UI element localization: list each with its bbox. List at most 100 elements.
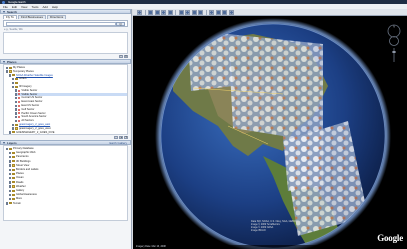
- layers-item-label: Primary Database: [12, 147, 34, 150]
- globe-image[interactable]: [133, 16, 407, 249]
- google-logo: Google: [377, 233, 403, 243]
- placemark-icon: [18, 116, 21, 119]
- sun-icon: [192, 10, 196, 14]
- up-arrow-icon[interactable]: ▲: [119, 136, 123, 139]
- visibility-checkbox[interactable]: [9, 74, 12, 77]
- search-hint: e.g., Seattle, WA: [4, 28, 23, 31]
- layers-item-row[interactable]: Gallery: [9, 189, 127, 193]
- overlay-button[interactable]: [167, 9, 173, 15]
- menu-tools[interactable]: Tools: [31, 5, 38, 9]
- visibility-checkbox[interactable]: [9, 189, 12, 192]
- layers-item-row[interactable]: Borders and Labels: [9, 168, 127, 172]
- toolbar-separator: [205, 9, 207, 15]
- visibility-checkbox[interactable]: [15, 104, 18, 107]
- tour-button[interactable]: [178, 9, 184, 15]
- visibility-checkbox[interactable]: [12, 123, 15, 126]
- earth-view[interactable]: N Data SIO, NOAA, U.S. Navy, NGA, GEBCO …: [133, 16, 407, 249]
- visibility-checkbox[interactable]: [9, 160, 12, 163]
- email-button[interactable]: [215, 9, 221, 15]
- menu-help[interactable]: Help: [52, 5, 58, 9]
- layers-item-row[interactable]: More: [9, 197, 127, 201]
- menu-edit[interactable]: Edit: [12, 5, 17, 9]
- search-box: Q: [3, 20, 128, 27]
- path-button[interactable]: [161, 9, 166, 15]
- print-button[interactable]: [222, 9, 227, 15]
- visibility-checkbox[interactable]: [15, 119, 18, 123]
- visibility-checkbox[interactable]: [9, 181, 12, 184]
- visibility-checkbox[interactable]: [15, 112, 18, 115]
- visibility-checkbox[interactable]: [15, 100, 18, 104]
- north-icon[interactable]: N: [393, 24, 395, 28]
- layers-item-row[interactable]: Global Awareness: [9, 193, 127, 197]
- menu-view[interactable]: View: [21, 5, 27, 9]
- planets-button[interactable]: [198, 9, 203, 15]
- places-item-row[interactable]: GOESIMAGERY_2_GOES_FIVE: [9, 131, 127, 134]
- layers-item-row[interactable]: Panoramio: [9, 155, 127, 159]
- menu-add[interactable]: Add: [42, 5, 47, 9]
- layers-item-row[interactable]: Ocean: [9, 176, 127, 180]
- zoom-slider-thumb[interactable]: [392, 51, 396, 53]
- visibility-checkbox[interactable]: [12, 81, 15, 85]
- visibility-checkbox[interactable]: [15, 115, 18, 119]
- search-input[interactable]: [6, 22, 116, 26]
- visibility-checkbox[interactable]: [6, 70, 9, 73]
- search-results: [3, 32, 128, 54]
- visibility-checkbox[interactable]: [12, 85, 15, 88]
- visibility-checkbox[interactable]: [9, 176, 12, 180]
- layers-item-label: 3D Buildings: [15, 159, 31, 163]
- layers-item-row[interactable]: Terrain: [6, 202, 127, 206]
- visibility-checkbox[interactable]: [9, 172, 12, 176]
- tab-directions[interactable]: Directions: [46, 15, 67, 19]
- search-panel-header[interactable]: Search: [0, 9, 131, 14]
- layers-item-label: Ocean: [15, 176, 24, 180]
- sun-button[interactable]: [191, 9, 197, 15]
- layers-item-row[interactable]: Roads: [9, 181, 127, 185]
- visibility-checkbox[interactable]: [12, 77, 15, 81]
- visibility-checkbox[interactable]: [9, 131, 12, 134]
- tab-fly-to[interactable]: Fly To: [3, 15, 17, 19]
- layers-item-row[interactable]: Places: [9, 172, 127, 176]
- credit-line: Image IBCAO: [251, 229, 266, 232]
- visibility-checkbox[interactable]: [9, 185, 12, 188]
- close-icon[interactable]: ×: [119, 55, 123, 58]
- visibility-checkbox[interactable]: [6, 66, 9, 69]
- layers-item-row[interactable]: 3D Buildings: [9, 160, 127, 164]
- menu-file[interactable]: File: [3, 5, 8, 9]
- visibility-checkbox[interactable]: [9, 193, 12, 197]
- layers-item-row[interactable]: Weather: [9, 185, 127, 189]
- search-icon[interactable]: ⌕: [114, 136, 118, 139]
- visibility-checkbox[interactable]: [15, 93, 18, 96]
- visibility-checkbox[interactable]: [9, 151, 12, 155]
- visibility-checkbox[interactable]: [9, 197, 12, 201]
- sidebar-button[interactable]: [137, 9, 142, 15]
- move-joystick-icon[interactable]: [389, 36, 399, 46]
- search-button[interactable]: Q: [116, 22, 125, 26]
- visibility-checkbox[interactable]: [6, 147, 9, 150]
- copy-icon[interactable]: ⧉: [124, 55, 128, 58]
- collapse-triangle-icon[interactable]: [3, 142, 5, 145]
- visibility-checkbox[interactable]: [15, 96, 18, 100]
- visibility-checkbox[interactable]: [9, 155, 12, 159]
- tab-find-businesses[interactable]: Find Businesses: [17, 15, 46, 19]
- history-button[interactable]: [185, 9, 190, 15]
- collapse-triangle-icon[interactable]: [3, 61, 5, 64]
- visibility-checkbox[interactable]: [12, 127, 15, 130]
- visibility-checkbox[interactable]: [9, 164, 12, 167]
- visibility-checkbox[interactable]: [6, 202, 9, 205]
- visibility-checkbox[interactable]: [9, 168, 12, 171]
- layers-item-row[interactable]: Street View: [9, 164, 127, 168]
- maps-button[interactable]: [228, 9, 234, 15]
- placemark-button[interactable]: [148, 9, 153, 15]
- ruler-button[interactable]: [209, 9, 214, 15]
- navigation-controls[interactable]: N: [387, 24, 401, 64]
- visibility-checkbox[interactable]: [15, 108, 18, 111]
- down-arrow-icon[interactable]: ▼: [124, 136, 128, 139]
- polygon-button[interactable]: [154, 9, 160, 15]
- folder-icon: [15, 81, 18, 85]
- collapse-triangle-icon[interactable]: [3, 11, 5, 14]
- folder-icon: [12, 181, 15, 184]
- layers-item-label: Borders and Labels: [15, 168, 39, 171]
- visibility-checkbox[interactable]: [15, 89, 18, 92]
- folder-icon: [9, 66, 12, 69]
- layers-item-row[interactable]: Primary Database: [6, 147, 127, 151]
